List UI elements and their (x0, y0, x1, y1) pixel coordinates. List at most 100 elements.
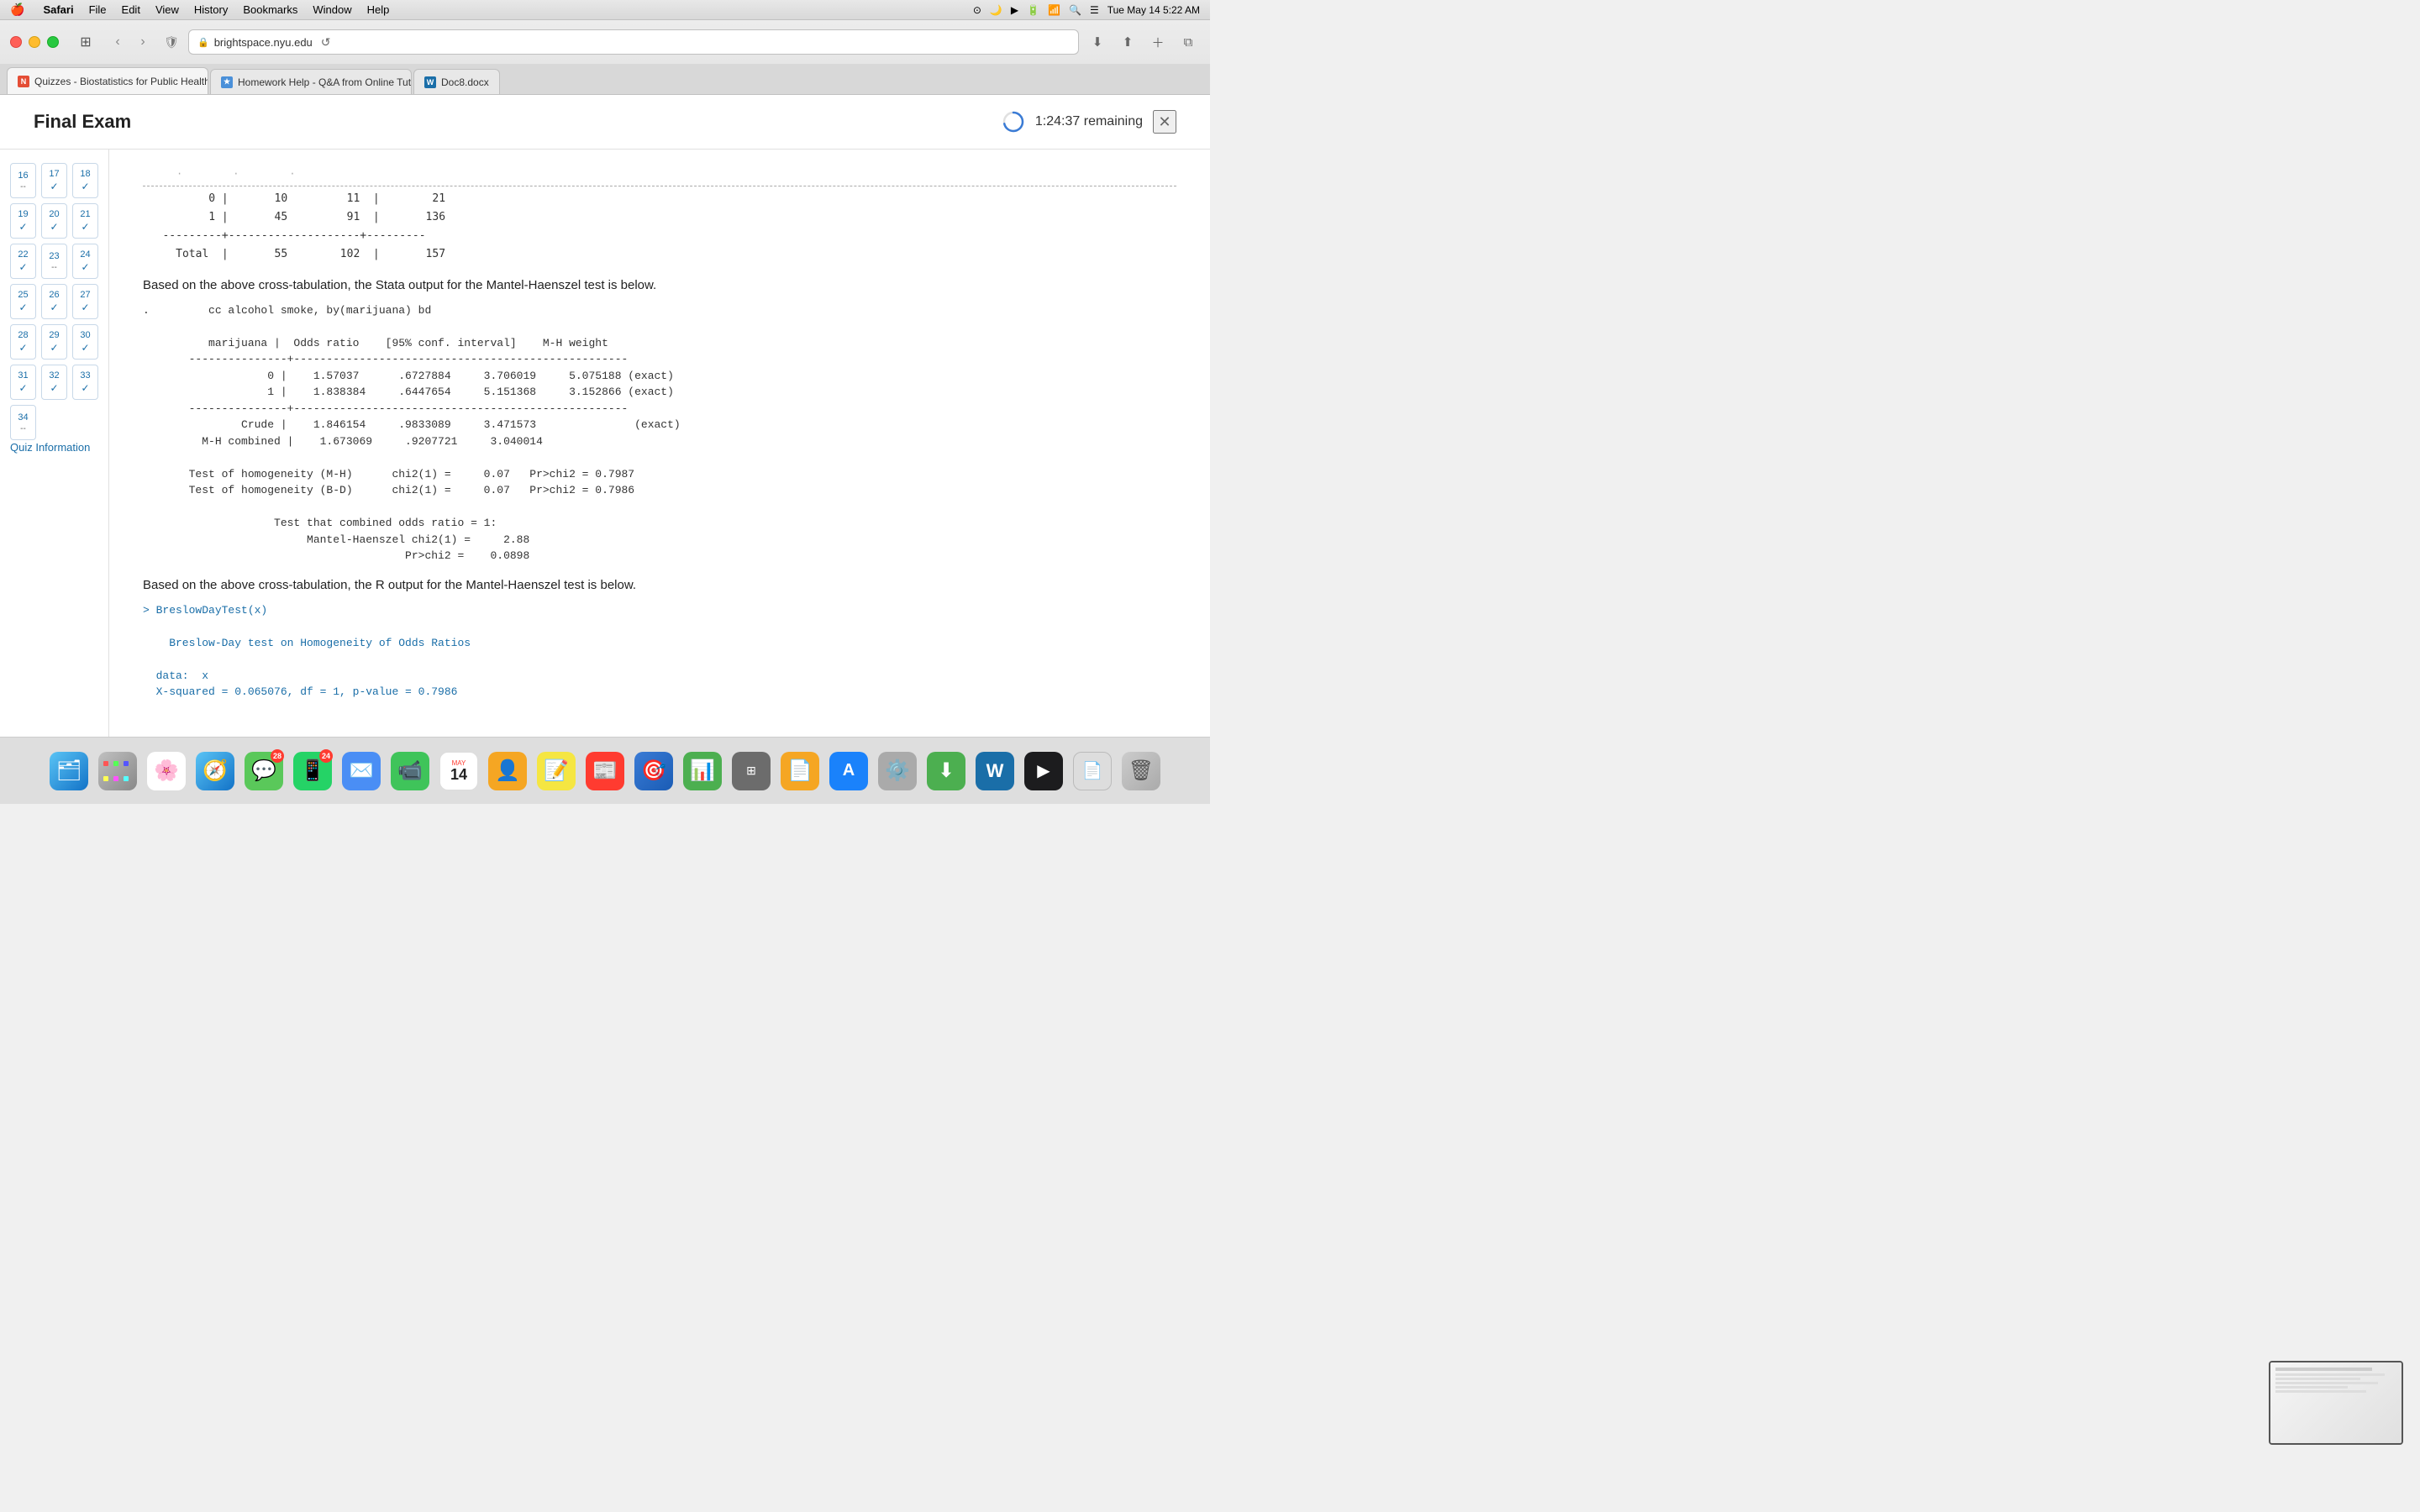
battery-icon[interactable]: 🔋 (1027, 4, 1039, 16)
dock-finder[interactable]: 🗂 (47, 749, 91, 793)
lock-icon: 🔒 (197, 37, 209, 48)
nav-buttons: ‹ › (106, 30, 155, 54)
nav-status-18: ✓ (81, 181, 89, 192)
close-exam-button[interactable]: ✕ (1153, 110, 1176, 134)
menu-bookmarks[interactable]: Bookmarks (243, 3, 297, 16)
menu-help[interactable]: Help (367, 3, 390, 16)
dock-keynote[interactable]: 🎯 (632, 749, 676, 793)
dock-notes[interactable]: 📝 (534, 749, 578, 793)
dock-facetime[interactable]: 📹 (388, 749, 432, 793)
nav-status-29: ✓ (50, 342, 58, 354)
timer-text: 1:24:37 remaining (1035, 114, 1143, 129)
traffic-lights (10, 36, 59, 48)
nav-item-29[interactable]: 29 ✓ (41, 324, 67, 360)
nav-item-28[interactable]: 28 ✓ (10, 324, 36, 360)
nav-item-23[interactable]: 23 -- (41, 244, 67, 279)
dock-whatsapp[interactable]: 📱 24 (291, 749, 334, 793)
menu-view[interactable]: View (155, 3, 179, 16)
nav-item-34[interactable]: 34 -- (10, 405, 36, 440)
address-text: brightspace.nyu.edu (214, 36, 313, 49)
tabs-bar: N Quizzes - Biostatistics for Public Hea… (0, 64, 1210, 94)
reload-button[interactable]: ↺ (318, 32, 334, 53)
maximize-window-button[interactable] (47, 36, 59, 48)
nav-item-25[interactable]: 25 ✓ (10, 284, 36, 319)
nav-item-18[interactable]: 18 ✓ (72, 163, 98, 198)
dock-pages[interactable]: 📄 (778, 749, 822, 793)
notification-icon[interactable]: ☰ (1090, 4, 1099, 16)
nav-item-17[interactable]: 17 ✓ (41, 163, 67, 198)
dock-calendar[interactable]: MAY 14 (437, 749, 481, 793)
menu-file[interactable]: File (89, 3, 107, 16)
menu-history[interactable]: History (194, 3, 228, 16)
dock-mail[interactable]: ✉️ (339, 749, 383, 793)
nav-num-30: 30 (80, 330, 90, 340)
downloads-button[interactable]: ⬇ (1086, 30, 1109, 54)
dock-messages[interactable]: 💬 28 (242, 749, 286, 793)
menu-window[interactable]: Window (313, 3, 351, 16)
contacts-icon: 👤 (488, 752, 527, 790)
nav-item-32[interactable]: 32 ✓ (41, 365, 67, 400)
dock-appstore[interactable]: A (827, 749, 871, 793)
dark-mode-icon[interactable]: 🌙 (990, 4, 1002, 16)
wifi-icon[interactable]: 📶 (1048, 4, 1060, 16)
minimize-window-button[interactable] (29, 36, 40, 48)
dock-doc[interactable]: 📄 (1071, 749, 1114, 793)
tab-doc[interactable]: W Doc8.docx (413, 69, 500, 94)
nav-item-24[interactable]: 24 ✓ (72, 244, 98, 279)
dock-vuze[interactable]: ⬇ (924, 749, 968, 793)
nav-item-16[interactable]: 16 -- (10, 163, 36, 198)
photos-icon: 🌸 (147, 752, 186, 790)
address-bar[interactable]: 🔒 brightspace.nyu.edu ↺ (188, 29, 1079, 55)
nav-status-30: ✓ (81, 342, 89, 354)
dock-photos[interactable]: 🌸 (145, 749, 188, 793)
dock: 🗂 🌸 🧭 💬 28 📱 24 ✉️ 📹 MAY 14 👤 (0, 737, 1210, 804)
nav-item-26[interactable]: 26 ✓ (41, 284, 67, 319)
media-icon[interactable]: ▶ (1011, 4, 1018, 16)
search-icon[interactable]: 🔍 (1069, 4, 1081, 16)
share-button[interactable]: ⬆ (1116, 30, 1139, 54)
nav-num-18: 18 (80, 169, 90, 179)
forward-button[interactable]: › (131, 30, 155, 54)
nav-item-20[interactable]: 20 ✓ (41, 203, 67, 239)
dock-news[interactable]: 📰 (583, 749, 627, 793)
whatsapp-badge: 24 (319, 749, 333, 763)
dock-numbers[interactable]: 📊 (681, 749, 724, 793)
facetime-icon: 📹 (391, 752, 429, 790)
address-bar-container: 🛡 🔒 brightspace.nyu.edu ↺ (161, 29, 1079, 55)
nav-item-33[interactable]: 33 ✓ (72, 365, 98, 400)
stata-code-output: . cc alcohol smoke, by(marijuana) bd mar… (143, 302, 1176, 564)
dock-launchpad[interactable] (96, 749, 139, 793)
nav-item-27[interactable]: 27 ✓ (72, 284, 98, 319)
dock-system-prefs[interactable]: ⚙️ (876, 749, 919, 793)
quiz-info-link[interactable]: Quiz Information (10, 441, 90, 454)
nav-num-20: 20 (49, 209, 59, 219)
nav-status-20: ✓ (50, 221, 58, 233)
sidebar-toggle-button[interactable]: ⊞ (72, 32, 99, 52)
dock-appletv[interactable]: ▶ (1022, 749, 1065, 793)
nav-item-19[interactable]: 19 ✓ (10, 203, 36, 239)
dock-safari[interactable]: 🧭 (193, 749, 237, 793)
control-center-icon[interactable]: ⊙ (973, 4, 981, 16)
nav-item-22[interactable]: 22 ✓ (10, 244, 36, 279)
apple-menu[interactable]: 🍎 (10, 3, 24, 17)
back-button[interactable]: ‹ (106, 30, 129, 54)
new-tab-button[interactable]: ＋ (1146, 30, 1170, 54)
nav-num-23: 23 (49, 251, 59, 261)
menu-edit[interactable]: Edit (122, 3, 140, 16)
nav-item-21[interactable]: 21 ✓ (72, 203, 98, 239)
dock-trash[interactable]: 🗑 (1119, 749, 1163, 793)
menu-bar: 🍎 Safari File Edit View History Bookmark… (0, 0, 1210, 20)
tab-coursehero[interactable]: ★ Homework Help - Q&A from Online Tutors… (210, 69, 412, 94)
nav-item-30[interactable]: 30 ✓ (72, 324, 98, 360)
tab-quizzes[interactable]: N Quizzes - Biostatistics for Public Hea… (7, 67, 208, 94)
tab-overview-button[interactable]: ⧉ (1176, 30, 1200, 54)
dock-word[interactable]: W (973, 749, 1017, 793)
menu-safari[interactable]: Safari (43, 3, 73, 16)
nav-item-31[interactable]: 31 ✓ (10, 365, 36, 400)
dock-contacts[interactable]: 👤 (486, 749, 529, 793)
close-window-button[interactable] (10, 36, 22, 48)
tab-label-3: Doc8.docx (441, 76, 489, 88)
nav-status-25: ✓ (18, 302, 27, 313)
batch-icon: ⊞ (732, 752, 771, 790)
dock-batch[interactable]: ⊞ (729, 749, 773, 793)
